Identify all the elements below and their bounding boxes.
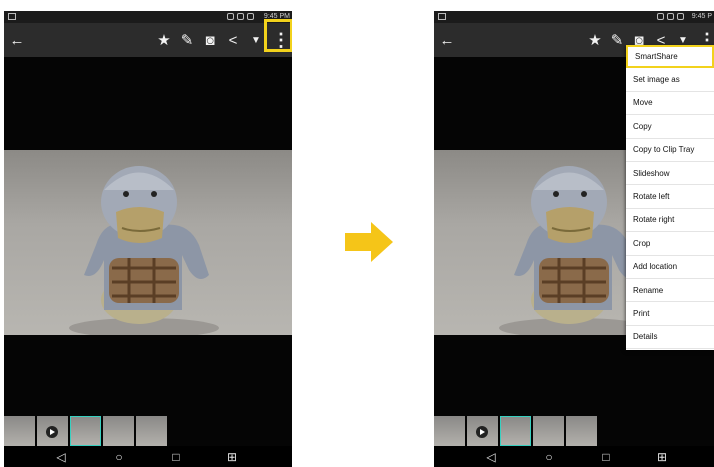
menu-item-rename[interactable]: Rename <box>626 279 714 303</box>
notification-icon <box>8 13 16 20</box>
back-arrow-icon[interactable]: ← <box>436 23 458 57</box>
nav-back-icon[interactable]: ◁ <box>49 446 73 467</box>
menu-item-details[interactable]: Details <box>626 326 714 350</box>
thumbnail[interactable] <box>103 416 134 446</box>
menu-item-crop[interactable]: Crop <box>626 232 714 256</box>
thumbnail[interactable] <box>434 416 465 446</box>
thumbnail-video[interactable] <box>37 416 68 446</box>
menu-item-copy[interactable]: Copy <box>626 115 714 139</box>
nav-recent-icon[interactable]: □ <box>164 446 188 467</box>
edit-icon[interactable]: ✎ <box>606 23 628 57</box>
gallery-screen-after: 9:45 P ← ★ ✎ ◙ < ▼ ⋮ ◁ ○ □ ⊞ SmartShare … <box>434 11 714 467</box>
thumbnail[interactable] <box>136 416 167 446</box>
menu-item-smartshare[interactable]: SmartShare <box>626 45 714 69</box>
thumbnail[interactable] <box>533 416 564 446</box>
play-icon <box>476 426 488 438</box>
photo-view[interactable] <box>4 150 292 335</box>
nav-dual-window-icon[interactable]: ⊞ <box>650 446 674 467</box>
navigation-bar: ◁ ○ □ ⊞ <box>434 446 714 467</box>
duck-figurine-photo <box>69 166 219 335</box>
play-icon <box>46 426 58 438</box>
nav-home-icon[interactable]: ○ <box>537 446 561 467</box>
menu-item-print[interactable]: Print <box>626 302 714 326</box>
status-time: 9:45 P <box>691 13 712 20</box>
thumbnail-video[interactable] <box>467 416 498 446</box>
thumbnail-filmstrip <box>434 416 597 446</box>
nav-dual-window-icon[interactable]: ⊞ <box>220 446 244 467</box>
star-icon[interactable]: ★ <box>153 23 175 57</box>
star-icon[interactable]: ★ <box>584 23 606 57</box>
navigation-bar: ◁ ○ □ ⊞ <box>4 446 292 467</box>
menu-item-copy-to-clip-tray[interactable]: Copy to Clip Tray <box>626 139 714 162</box>
menu-item-slideshow[interactable]: Slideshow <box>626 162 714 186</box>
back-arrow-icon[interactable]: ← <box>6 23 28 57</box>
right-arrow-icon <box>345 222 393 262</box>
status-icons <box>227 13 254 20</box>
nav-home-icon[interactable]: ○ <box>107 446 131 467</box>
camera-icon[interactable]: ◙ <box>199 23 221 57</box>
nav-recent-icon[interactable]: □ <box>594 446 618 467</box>
notification-icon <box>438 13 446 20</box>
status-bar: 9:45 P <box>434 11 714 23</box>
menu-item-set-image-as[interactable]: Set image as <box>626 68 714 92</box>
edit-icon[interactable]: ✎ <box>176 23 198 57</box>
action-bar: ← ★ ✎ ◙ < ▼ ⋮ <box>4 23 292 57</box>
menu-item-rotate-right[interactable]: Rotate right <box>626 209 714 233</box>
nav-back-icon[interactable]: ◁ <box>479 446 503 467</box>
menu-item-add-location[interactable]: Add location <box>626 256 714 279</box>
overflow-highlight-box <box>264 19 292 52</box>
menu-item-rotate-left[interactable]: Rotate left <box>626 185 714 209</box>
thumbnail-filmstrip <box>4 416 167 446</box>
thumbnail[interactable] <box>566 416 597 446</box>
status-icons <box>657 13 684 20</box>
thumbnail-selected[interactable] <box>500 416 531 446</box>
menu-item-move[interactable]: Move <box>626 92 714 116</box>
thumbnail-selected[interactable] <box>70 416 101 446</box>
status-bar: 9:45 PM <box>4 11 292 23</box>
share-icon[interactable]: < <box>222 23 244 57</box>
gallery-screen-before: 9:45 PM ← ★ ✎ ◙ < ▼ ⋮ ◁ ○ □ ⊞ <box>4 11 292 467</box>
thumbnail[interactable] <box>4 416 35 446</box>
overflow-menu: SmartShare Set image as Move Copy Copy t… <box>626 45 714 350</box>
